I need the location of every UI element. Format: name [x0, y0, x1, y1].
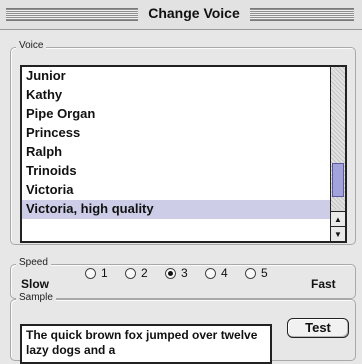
- voice-list-item[interactable]: Victoria, high quality: [22, 200, 330, 219]
- voice-list[interactable]: Junior Kathy Pipe Organ Princess Ralph Trinoi…: [20, 65, 347, 243]
- speed-group: Speed Slow 12345 Fast: [10, 257, 356, 299]
- window-title: Change Voice: [148, 5, 240, 21]
- voice-list-item[interactable]: Trinoids: [22, 162, 330, 181]
- sample-group-label: Sample: [16, 292, 56, 303]
- speed-radio-label: 4: [221, 266, 228, 280]
- title-bar-stripes-right: [250, 8, 354, 21]
- fast-label: Fast: [311, 277, 336, 291]
- radio-button-icon[interactable]: [125, 267, 136, 279]
- speed-radio-label: 5: [261, 266, 268, 280]
- radio-button-icon[interactable]: [205, 267, 216, 279]
- speed-radio-3[interactable]: 3: [165, 265, 188, 281]
- voice-list-item[interactable]: Pipe Organ: [22, 105, 330, 124]
- speed-radio-1[interactable]: 1: [85, 265, 108, 281]
- radio-button-icon[interactable]: [245, 267, 256, 279]
- voice-list-item[interactable]: Princess: [22, 124, 330, 143]
- speed-radio-2[interactable]: 2: [125, 265, 148, 281]
- sample-text-field[interactable]: The quick brown fox jumped over twelve l…: [20, 324, 272, 364]
- scroll-track[interactable]: [331, 67, 345, 209]
- speed-options: Slow 1 2 3 4 5 Fast: [11, 265, 355, 298]
- voice-list-item[interactable]: Junior: [22, 67, 330, 86]
- title-bar[interactable]: Change Voice: [0, 0, 362, 30]
- voice-group-label: Voice: [16, 40, 47, 51]
- voice-list-items: Junior Kathy Pipe Organ Princess Ralph Trinoi…: [22, 67, 330, 219]
- voice-list-item[interactable]: Ralph: [22, 143, 330, 162]
- voice-list-item[interactable]: Kathy: [22, 86, 330, 105]
- speed-radio-4[interactable]: 4: [205, 265, 228, 281]
- scroll-up-arrow-icon[interactable]: ▲: [331, 211, 345, 227]
- scroll-down-arrow-icon[interactable]: ▼: [331, 226, 345, 241]
- scroll-thumb[interactable]: [332, 163, 344, 197]
- radio-button-icon[interactable]: [165, 267, 176, 279]
- voice-group: Voice Junior Kathy Pipe Organ Princess Ralph…: [10, 40, 356, 245]
- test-button[interactable]: Test: [287, 318, 349, 338]
- voice-list-item[interactable]: Victoria: [22, 181, 330, 200]
- speed-radio-label: 3: [181, 266, 188, 280]
- speed-radio-label: 1: [101, 266, 108, 280]
- slow-label: Slow: [21, 277, 50, 291]
- title-bar-stripes-left: [6, 8, 138, 21]
- speed-radio-5[interactable]: 5: [245, 265, 268, 281]
- speed-radio-label: 2: [141, 266, 148, 280]
- radio-button-icon[interactable]: [85, 267, 96, 279]
- voice-list-scrollbar[interactable]: ▲ ▼: [330, 67, 345, 241]
